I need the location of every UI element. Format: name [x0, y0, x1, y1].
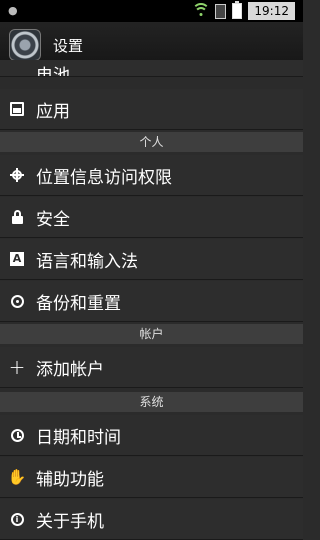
list-item-label: 日期和时间	[36, 427, 121, 448]
list-item-label: 语言和输入法	[36, 251, 138, 272]
page-title: 设置	[53, 36, 84, 55]
list-item-battery[interactable]: 电池	[0, 60, 303, 77]
list-item-security[interactable]: 安全	[0, 197, 303, 238]
list-item-accessibility[interactable]: ✋ 辅助功能	[0, 457, 303, 498]
list-item-language[interactable]: A 语言和输入法	[0, 239, 303, 280]
status-bar: ● 19:12	[0, 0, 303, 22]
list-item-label: 电池	[36, 66, 70, 77]
list-item-label: 应用	[36, 101, 70, 122]
section-header-system: 系统	[0, 392, 303, 412]
status-time: 19:12	[248, 2, 295, 20]
settings-gear-icon[interactable]	[9, 29, 41, 61]
list-item-label: 辅助功能	[36, 469, 104, 490]
list-item-label: 位置信息访问权限	[36, 167, 172, 188]
list-item-add-account[interactable]: + 添加帐户	[0, 347, 303, 388]
list-item-about-phone[interactable]: i 关于手机	[0, 499, 303, 540]
list-item-label: 备份和重置	[36, 293, 121, 314]
section-header-personal: 个人	[0, 132, 303, 152]
clock-icon	[9, 427, 25, 443]
list-item-label: 安全	[36, 209, 70, 230]
language-icon: A	[9, 251, 25, 267]
android-icon: ●	[8, 4, 18, 17]
status-icons: 19:12	[192, 1, 295, 20]
list-item-location[interactable]: 位置信息访问权限	[0, 155, 303, 196]
plus-icon: +	[8, 355, 26, 379]
section-header-accounts: 帐户	[0, 324, 303, 344]
backup-icon	[9, 293, 25, 309]
list-item-apps[interactable]: 应用	[0, 89, 303, 130]
info-icon: i	[9, 511, 25, 527]
list-item-backup[interactable]: 备份和重置	[0, 281, 303, 322]
list-item-date-time[interactable]: 日期和时间	[0, 415, 303, 456]
apps-icon	[9, 101, 25, 117]
sim-icon	[215, 3, 227, 19]
location-icon	[9, 167, 25, 183]
list-item-label: 关于手机	[36, 511, 104, 532]
hand-icon: ✋	[7, 468, 27, 486]
battery-icon	[232, 1, 243, 19]
wifi-icon	[192, 3, 211, 17]
list-item-label: 添加帐户	[36, 359, 104, 380]
lock-icon	[9, 209, 25, 225]
